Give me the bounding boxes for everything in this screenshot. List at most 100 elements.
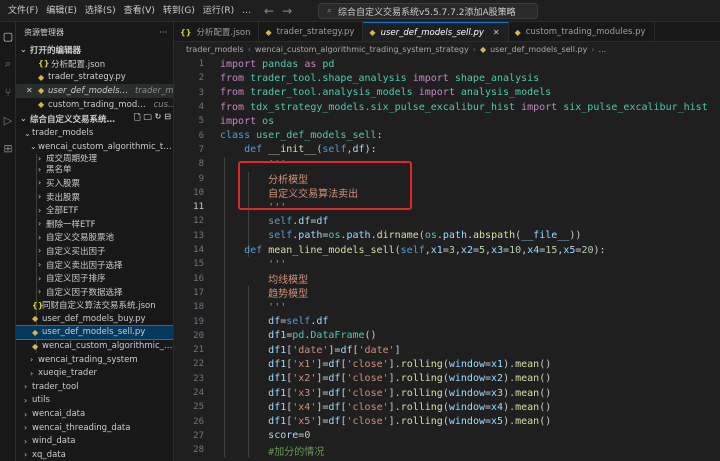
workspace-title: 综合自定义交易系统v5.5....	[30, 114, 118, 125]
tree-folder-item[interactable]: › 自定义因子排序	[16, 271, 173, 285]
code-text: df1['x2']=df['close'].rolling(window=x2)…	[268, 373, 552, 385]
chevron-right-icon: ›	[38, 205, 42, 215]
menu-edit[interactable]: 编辑(E)	[44, 0, 83, 22]
tree-item-label: 自定义交易股票池	[46, 233, 115, 244]
run-debug-icon[interactable]: ▷	[0, 106, 16, 134]
tree-folder-item[interactable]: › 黑名单	[16, 163, 173, 177]
menu-view[interactable]: 查看(V)	[122, 0, 161, 22]
tree-folder-item[interactable]: › 自定义买出因子	[16, 244, 173, 258]
menu-selection[interactable]: 选择(S)	[83, 0, 122, 22]
open-editor-item[interactable]: ◆ custom_trading_modules.py cus...	[16, 98, 173, 112]
source-control-icon[interactable]: ⑂	[0, 78, 16, 106]
back-arrow-icon[interactable]: ←	[264, 4, 274, 18]
menu-go[interactable]: 转到(G)	[161, 0, 201, 22]
python-file-icon: ◆	[265, 27, 272, 37]
code-line: 14 def mean_line_models_sell(self,x1=3,x…	[174, 243, 720, 257]
chevron-right-icon: ›	[38, 192, 42, 202]
tree-item-label: wencai_threading_data	[32, 422, 131, 433]
code-line: 28 #加分的情况	[174, 443, 720, 458]
tree-folder-item[interactable]: › 成交周期处理	[16, 154, 173, 163]
open-editor-item[interactable]: {} 分析配置.json	[16, 57, 173, 71]
tree-item-label: wencai_data	[32, 409, 86, 420]
python-file-icon: ◆	[32, 314, 39, 324]
collapse-all-icon[interactable]: ⊟	[164, 112, 171, 126]
tree-folder-item[interactable]: › wencai_data	[16, 407, 173, 421]
tree-folder-item[interactable]: › 删除一样ETF	[16, 217, 173, 231]
code-line: 7 def __init__(self,df):	[174, 143, 720, 157]
line-number: 10	[193, 187, 204, 198]
title-bar: 文件(F) 编辑(E) 选择(S) 查看(V) 转到(G) 运行(R) … ← …	[0, 0, 720, 22]
tree-folder-item[interactable]: › 自定义交易股票池	[16, 231, 173, 245]
tree-folder-item[interactable]: › utils	[16, 394, 173, 408]
folder-trader-models[interactable]: ⌄ trader_models	[16, 126, 173, 140]
tree-folder-item[interactable]: › wencai_trading_system	[16, 353, 173, 367]
tab-analysis-config[interactable]: {} 分析配置.json	[174, 22, 260, 41]
tree-folder-item[interactable]: › 自定义卖出因子选择	[16, 258, 173, 272]
breadcrumb-item[interactable]: trader_models	[186, 45, 244, 54]
editor-area: {} 分析配置.json ◆ trader_strategy.py ◆ user…	[174, 22, 720, 461]
forward-arrow-icon[interactable]: →	[282, 4, 292, 18]
folder-label: wencai_custom_algorithmic_trading...	[38, 141, 173, 152]
tree-file-item-selected[interactable]: ◆ user_def_models_sell.py	[16, 324, 173, 341]
tab-custom-trading-modules[interactable]: ◆ custom_trading_modules.py	[509, 22, 655, 41]
tree-item-label: xq_data	[32, 449, 66, 460]
python-file-icon: ◆	[38, 72, 45, 82]
tree-item-label: wencai_custom_algorithmic_tradin...	[42, 341, 173, 352]
code-line: 11 '''	[174, 200, 720, 214]
chevron-right-icon: ›	[38, 260, 42, 270]
tree-folder-item[interactable]: › wind_data	[16, 434, 173, 448]
open-editor-label: custom_trading_modules.py	[48, 99, 151, 110]
code-text: '''	[268, 258, 287, 270]
close-tab-icon[interactable]: ✕	[493, 28, 500, 37]
line-number: 1	[198, 59, 204, 70]
chevron-right-icon: ›	[24, 409, 28, 419]
open-editor-item-active[interactable]: ✕ ◆ user_def_models_sell.py trader_m...	[16, 84, 173, 98]
tree-folder-item[interactable]: › wencai_threading_data	[16, 421, 173, 435]
docstring-text: 自定义交易算法卖出	[268, 189, 359, 201]
refresh-icon[interactable]: ↻	[155, 112, 162, 126]
menu-file[interactable]: 文件(F)	[6, 0, 44, 22]
code-line: 1 import pandas as pd	[174, 57, 720, 71]
tree-folder-item[interactable]: › 全部ETF	[16, 203, 173, 217]
tree-folder-item[interactable]: › 买入股票	[16, 176, 173, 190]
line-number: 17	[193, 287, 204, 298]
more-actions-icon[interactable]: ···	[159, 28, 167, 37]
tree-folder-item[interactable]: › xq_data	[16, 448, 173, 461]
code-editor[interactable]: 1 import pandas as pd 2 from trader_tool…	[174, 57, 720, 461]
explorer-icon[interactable]: ▢	[0, 22, 16, 50]
workspace-section[interactable]: ⌄ 综合自定义交易系统v5.5.... 🗋 🗀 ↻ ⊟	[16, 111, 173, 126]
breadcrumb-item[interactable]: ...	[599, 45, 607, 54]
search-activity-icon[interactable]: ⌕	[0, 50, 16, 78]
extensions-icon[interactable]: ⊞	[0, 134, 16, 162]
breadcrumb-item[interactable]: user_def_models_sell.py	[490, 45, 587, 54]
tree-file-item[interactable]: {} 同财自定义算法交易系统.json	[16, 299, 173, 313]
open-editor-item[interactable]: ◆ trader_strategy.py	[16, 71, 173, 85]
tab-trader-strategy[interactable]: ◆ trader_strategy.py	[259, 22, 364, 41]
breadcrumb-item[interactable]: wencai_custom_algorithmic_trading_system…	[255, 45, 469, 54]
menu-run[interactable]: 运行(R)	[201, 0, 240, 22]
tree-item-label: trader_tool	[32, 381, 79, 392]
chevron-right-icon: ›	[24, 423, 28, 433]
code-line: 13 self.path=os.path.dirname(os.path.abs…	[174, 229, 720, 243]
tab-user-def-models-sell[interactable]: ◆ user_def_models_sell.py ✕	[363, 22, 509, 41]
tree-item-label: 同财自定义算法交易系统.json	[42, 301, 156, 312]
tree-item-label: 卖出股票	[46, 192, 81, 203]
open-editors-section[interactable]: ⌄ 打开的编辑器	[16, 42, 173, 57]
breadcrumb: trader_models › wencai_custom_algorithmi…	[174, 42, 720, 57]
line-number: 4	[198, 102, 204, 113]
new-folder-icon[interactable]: 🗀	[144, 112, 152, 126]
menu-more[interactable]: …	[240, 0, 257, 22]
close-icon[interactable]: ✕	[26, 86, 36, 95]
code-line: 4 from tdx_strategy_models.six_pulse_exc…	[174, 100, 720, 114]
tree-file-item[interactable]: ◆ wencai_custom_algorithmic_tradin...	[16, 339, 173, 353]
tree-folder-item[interactable]: › 卖出股票	[16, 190, 173, 204]
folder-wencai-custom[interactable]: ⌄ wencai_custom_algorithmic_trading...	[16, 140, 173, 154]
command-center-text: 综合自定义交易系统v5.5.7.7.2添加A股策略	[338, 7, 516, 18]
tree-folder-item[interactable]: › trader_tool	[16, 380, 173, 394]
tree-file-item[interactable]: ◆ user_def_models_buy.py	[16, 312, 173, 326]
tree-folder-item[interactable]: › xueqie_trader	[16, 366, 173, 380]
tree-folder-item[interactable]: › 自定义因子数据选择	[16, 285, 173, 299]
new-file-icon[interactable]: 🗋	[134, 112, 140, 126]
chevron-right-icon: ›	[247, 45, 251, 54]
command-center[interactable]: ⌕ 综合自定义交易系统v5.5.7.7.2添加A股策略	[318, 3, 538, 19]
